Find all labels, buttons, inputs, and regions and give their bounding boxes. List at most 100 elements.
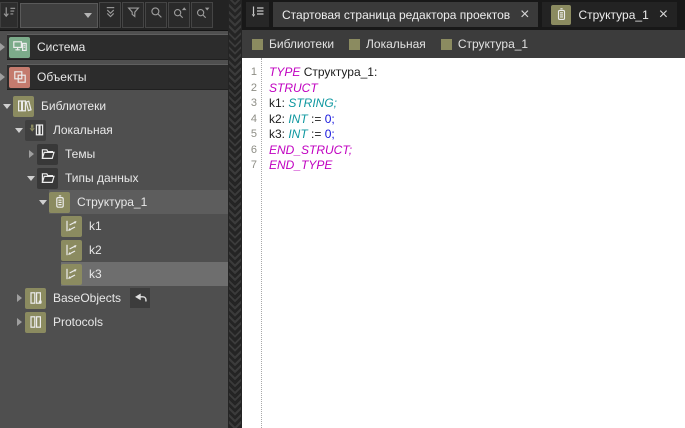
crumb-square-icon xyxy=(349,38,361,50)
tree-toolbar xyxy=(0,0,228,31)
sidebar-section-label: Объекты xyxy=(37,70,87,84)
folder-icon xyxy=(37,143,58,165)
tree-item-label: BaseObjects xyxy=(53,291,122,305)
code-token: END_STRUCT; xyxy=(269,142,353,157)
sidebar-section-label: Система xyxy=(37,40,86,54)
tree-item-label: k3 xyxy=(89,267,102,281)
tabs: Стартовая страница редактора проектов × Ст… xyxy=(269,2,678,27)
search-next-button[interactable] xyxy=(191,2,213,28)
tree-item-k1[interactable]: k1 xyxy=(0,214,228,238)
filter-button[interactable] xyxy=(122,2,144,28)
tree-item-body: BaseObjects xyxy=(25,286,228,310)
search-down-icon xyxy=(195,5,210,25)
breadcrumb-item-libraries[interactable]: Библиотеки xyxy=(252,37,334,51)
chevron-down-icon[interactable] xyxy=(25,175,37,181)
close-icon[interactable]: × xyxy=(520,6,529,22)
breadcrumb-item-local[interactable]: Локальная xyxy=(349,37,426,51)
breadcrumb-item-structure-1[interactable]: Структура_1 xyxy=(440,37,529,51)
tree-item-protocols[interactable]: Protocols xyxy=(0,310,228,334)
code-editor[interactable]: 1 2 3 4 5 6 7 TYPE Структура_1: STRUCT k1: STRIN… xyxy=(242,58,685,428)
search-input[interactable] xyxy=(21,8,84,22)
tab-start-page[interactable]: Стартовая страница редактора проектов × xyxy=(273,2,539,27)
search-previous-button[interactable] xyxy=(168,2,190,28)
toolbar-buttons xyxy=(98,2,213,28)
project-tree-panel: Система Объекты Библиотеки Локальная Темы Ти… xyxy=(0,31,228,428)
tree-item-body: Типы данных xyxy=(37,166,228,190)
tree-item-body: Структура_1 xyxy=(49,190,228,214)
line-number: 1 xyxy=(250,66,257,78)
line-number: 6 xyxy=(250,143,257,156)
sidebar-section-row[interactable]: Система xyxy=(7,34,228,60)
code-token: 0; xyxy=(324,127,335,141)
line-number: 7 xyxy=(250,159,257,171)
tree-item-label: Библиотеки xyxy=(41,99,107,113)
code-line: TYPE Структура_1: xyxy=(269,65,377,81)
search-combobox[interactable] xyxy=(20,2,98,28)
tree-item-body: Protocols xyxy=(25,310,228,334)
code-token: 0; xyxy=(324,111,335,126)
tree-item-body: Локальная xyxy=(25,118,228,142)
chevron-down-icon[interactable] xyxy=(1,103,13,109)
chevron-down-icon[interactable] xyxy=(84,12,92,18)
code-token: k2: xyxy=(269,111,289,126)
sidebar-section-objects[interactable]: Объекты xyxy=(0,64,228,90)
code-line: k3: INT := 0; xyxy=(269,127,377,143)
tab-bar: Стартовая страница редактора проектов × Ст… xyxy=(242,0,685,30)
tree-item-local[interactable]: Локальная xyxy=(0,118,228,142)
line-number: 5 xyxy=(250,128,257,140)
tab-label: Стартовая страница редактора проектов xyxy=(282,7,511,22)
objects-icon xyxy=(9,66,30,88)
sort-icon xyxy=(2,5,17,25)
folder-icon xyxy=(37,167,58,189)
tab-structure-1[interactable]: Структура_1 × xyxy=(542,2,678,27)
tree-item-label: k2 xyxy=(89,243,102,257)
sidebar-section-row[interactable]: Объекты xyxy=(7,64,228,90)
code-line: k2: INT := 0; xyxy=(269,112,377,128)
tab-list-button[interactable] xyxy=(246,2,269,27)
tree-item-data-types[interactable]: Типы данных xyxy=(0,166,228,190)
variable-icon xyxy=(61,215,82,237)
tree-item-baseobjects[interactable]: BaseObjects xyxy=(0,286,228,310)
undo-arrow-button[interactable] xyxy=(130,288,151,308)
books-icon xyxy=(25,311,46,333)
close-icon[interactable]: × xyxy=(659,6,668,22)
code-line: END_TYPE xyxy=(269,158,377,174)
code-content: TYPE Структура_1: STRUCT k1: STRING; k2: IN… xyxy=(269,65,377,174)
search-icon xyxy=(149,5,164,25)
tree-item-k3[interactable]: k3 xyxy=(0,262,228,286)
panel-splitter[interactable] xyxy=(228,0,242,428)
code-token: Структура_1: xyxy=(303,65,378,79)
sidebar-sections: Система Объекты xyxy=(0,34,228,90)
search-button[interactable] xyxy=(145,2,167,28)
libraries-icon xyxy=(13,95,34,117)
code-token: INT xyxy=(288,111,308,126)
tree-item-body: Темы xyxy=(37,142,228,166)
tree-item-themes[interactable]: Темы xyxy=(0,142,228,166)
chevron-right-icon[interactable] xyxy=(25,150,37,158)
tab-list-icon xyxy=(250,4,266,25)
chevron-down-icon[interactable] xyxy=(13,127,25,133)
sort-button[interactable] xyxy=(0,2,18,28)
collapse-all-button[interactable] xyxy=(99,2,121,28)
code-token: TYPE xyxy=(269,65,304,79)
tree-item-label: Типы данных xyxy=(65,171,139,185)
line-number: 4 xyxy=(250,112,257,125)
tree-item-k2[interactable]: k2 xyxy=(0,238,228,262)
tree-item-libraries[interactable]: Библиотеки xyxy=(0,94,228,118)
chevron-down-icon[interactable] xyxy=(37,199,49,205)
tree-item-structure-1[interactable]: Структура_1 xyxy=(0,190,228,214)
chevron-right-icon[interactable] xyxy=(0,43,7,51)
line-number: 2 xyxy=(250,81,257,94)
chevron-right-icon[interactable] xyxy=(0,73,7,81)
code-token: INT xyxy=(288,127,308,141)
chevron-right-icon[interactable] xyxy=(13,318,25,326)
code-token: := xyxy=(307,111,325,126)
line-number-gutter: 1 2 3 4 5 6 7 xyxy=(242,58,262,428)
struct-icon xyxy=(551,4,572,25)
tree-item-body: k3 xyxy=(61,262,228,286)
chevron-right-icon[interactable] xyxy=(13,294,25,302)
sidebar-section-system[interactable]: Система xyxy=(0,34,228,60)
collapse-all-icon xyxy=(103,5,118,25)
code-token: := xyxy=(307,127,325,141)
breadcrumb-label: Структура_1 xyxy=(457,37,529,51)
